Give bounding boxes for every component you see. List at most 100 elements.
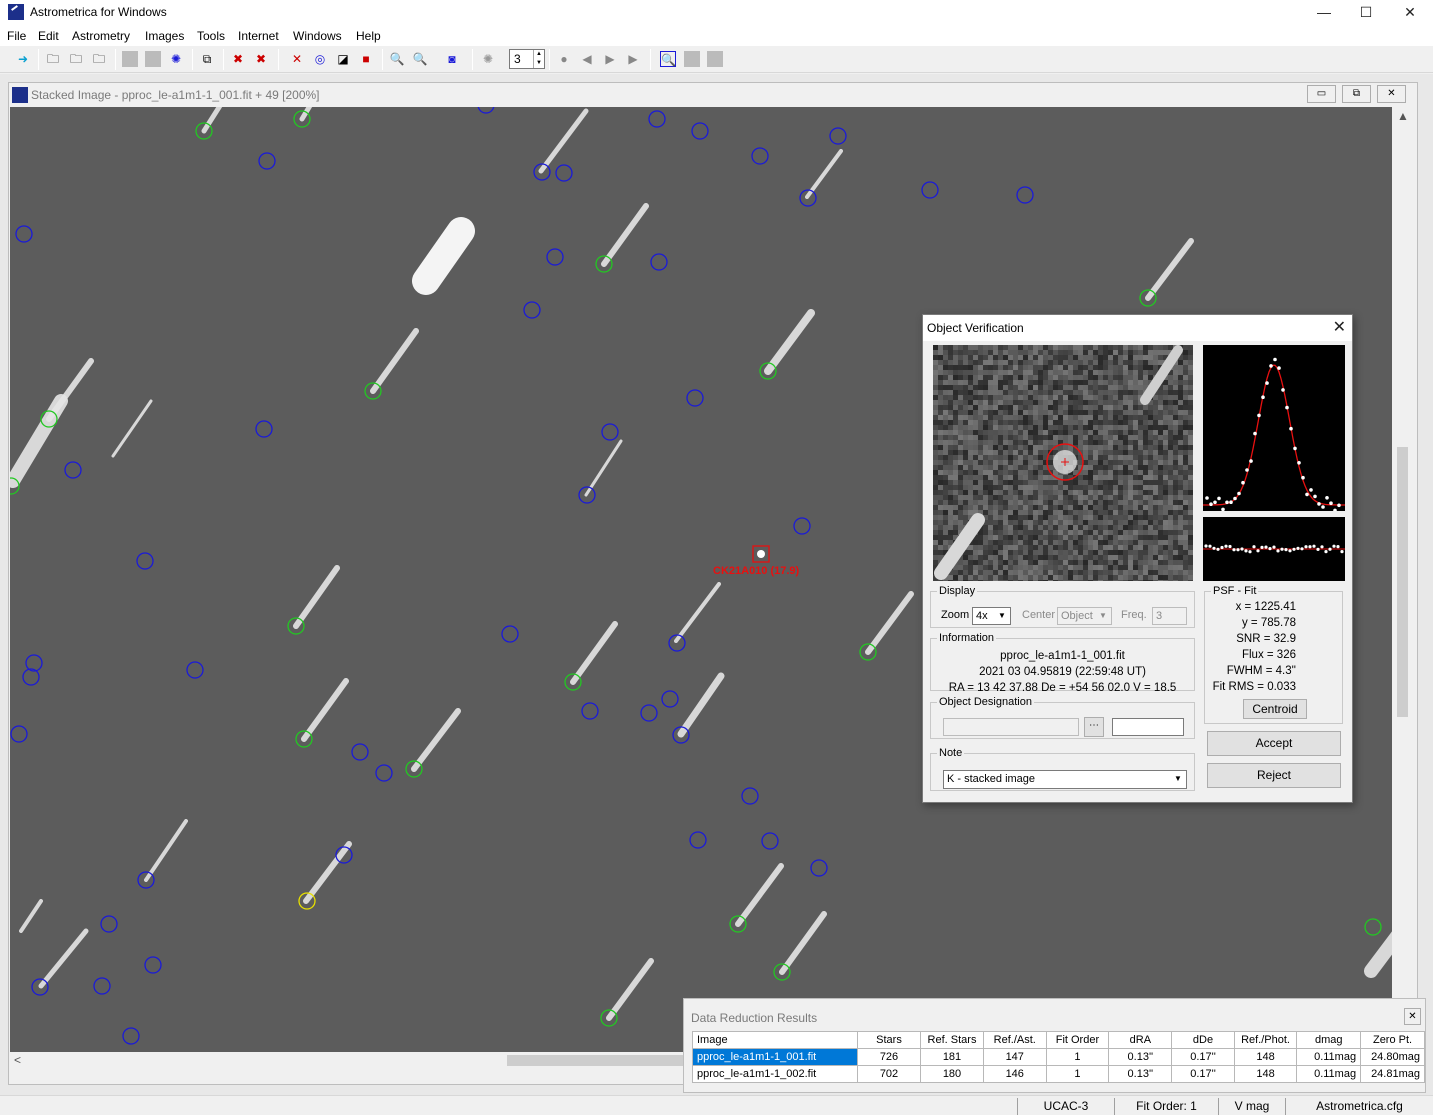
psf-point xyxy=(1277,366,1281,370)
residual-point xyxy=(1312,544,1316,548)
maximize-button[interactable]: ☐ xyxy=(1343,0,1389,26)
reference-star-marker xyxy=(648,110,666,128)
spin-up-icon[interactable]: ▲ xyxy=(533,50,544,59)
dialog-titlebar: Object Verification ✕ xyxy=(923,315,1352,341)
mpc-icon[interactable]: ◎ xyxy=(312,51,328,67)
col-image[interactable]: Image xyxy=(692,1031,858,1049)
frame-spinner[interactable]: 3 ▲ ▼ xyxy=(509,49,545,69)
image-settings-icon[interactable] xyxy=(145,51,161,67)
reference-star-marker xyxy=(22,668,40,686)
load-flat-icon[interactable]: 🗀 xyxy=(91,51,107,67)
blink-icon[interactable]: ⧉ xyxy=(199,51,215,67)
col-stars[interactable]: Stars xyxy=(856,1031,922,1049)
designation-input[interactable] xyxy=(943,718,1079,736)
menu-edit[interactable]: Edit xyxy=(38,29,59,43)
child-restore-button[interactable]: ⧉ xyxy=(1342,85,1371,103)
reference-star-marker xyxy=(477,107,495,114)
col-dmag[interactable]: dmag xyxy=(1296,1031,1362,1049)
scroll-left-icon[interactable]: < xyxy=(14,1053,21,1067)
psf-point xyxy=(1333,508,1337,513)
known-objects-icon[interactable]: ✕ xyxy=(289,51,305,67)
spin-down-icon[interactable]: ▼ xyxy=(533,59,544,68)
zoom-in-icon[interactable]: 🔍 xyxy=(389,51,405,67)
psf-point xyxy=(1321,505,1325,509)
close-button[interactable]: ✕ xyxy=(1387,0,1433,26)
blink-images-icon[interactable]: ✺ xyxy=(480,51,496,67)
reference-star-marker xyxy=(741,787,759,805)
menu-help[interactable]: Help xyxy=(356,29,381,43)
reference-star-marker xyxy=(186,661,204,679)
menu-file[interactable]: File xyxy=(7,29,26,43)
table-row[interactable]: pproc_le-a1m1-1_002.fit 702 180 146 1 0.… xyxy=(692,1065,1425,1083)
results-table: Image Stars Ref. Stars Ref./Ast. Fit Ord… xyxy=(692,1031,1425,1083)
star-trail xyxy=(19,899,43,933)
magnifier-icon[interactable]: 🔍 xyxy=(660,51,676,67)
reference-star-marker xyxy=(793,517,811,535)
browse-designation-button[interactable]: ⋯ xyxy=(1084,717,1104,737)
zoom-fit-icon[interactable]: ◙ xyxy=(444,51,460,67)
col-dde[interactable]: dDe xyxy=(1171,1031,1235,1049)
stack-icon[interactable]: ■ xyxy=(358,51,374,67)
menu-internet[interactable]: Internet xyxy=(238,29,279,43)
centroid-button[interactable]: Centroid xyxy=(1243,699,1307,719)
moving-object-icon[interactable]: ◪ xyxy=(335,51,351,67)
close-image-icon[interactable] xyxy=(122,51,138,67)
record-icon[interactable]: ● xyxy=(556,51,572,67)
col-ref-phot[interactable]: Ref./Phot. xyxy=(1233,1031,1298,1049)
vertical-scroll-thumb[interactable] xyxy=(1397,447,1408,717)
minimize-button[interactable]: — xyxy=(1301,0,1347,26)
col-fit-order[interactable]: Fit Order xyxy=(1045,1031,1110,1049)
zoom-select[interactable]: 4x ▼ xyxy=(972,607,1011,625)
reference-star-marker xyxy=(255,420,273,438)
data-reduction-icon[interactable]: ✺ xyxy=(168,51,184,67)
child-minimize-button[interactable]: ▭ xyxy=(1307,85,1336,103)
residual-point xyxy=(1268,547,1272,551)
col-ref-ast[interactable]: Ref./Ast. xyxy=(982,1031,1047,1049)
menu-windows[interactable]: Windows xyxy=(293,29,342,43)
residual-point xyxy=(1288,549,1292,553)
load-dark-icon[interactable]: 🗀 xyxy=(68,51,84,67)
status-magnitude: V mag xyxy=(1218,1098,1285,1115)
col-ref-stars[interactable]: Ref. Stars xyxy=(920,1031,984,1049)
zoom-out-icon[interactable]: 🔍 xyxy=(412,51,428,67)
object-stamp-image[interactable] xyxy=(933,345,1193,581)
reject-button[interactable]: Reject xyxy=(1207,763,1341,788)
menu-tools[interactable]: Tools xyxy=(197,29,225,43)
freq-spinner[interactable]: 3 xyxy=(1152,607,1187,625)
designation-extra-input[interactable] xyxy=(1112,718,1184,736)
option-b-icon[interactable] xyxy=(707,51,723,67)
horizontal-scroll-thumb[interactable] xyxy=(507,1055,687,1066)
track-icon[interactable]: ✖ xyxy=(230,51,246,67)
option-a-icon[interactable] xyxy=(684,51,700,67)
residual-point xyxy=(1316,547,1320,551)
scroll-up-icon[interactable]: ▲ xyxy=(1397,109,1409,123)
psf-fwhm: FWHM = 4.3'' xyxy=(1226,665,1296,677)
results-close-icon[interactable]: ✕ xyxy=(1404,1008,1421,1025)
accept-button[interactable]: Accept xyxy=(1207,731,1341,756)
star-trail xyxy=(601,203,649,267)
col-zero-pt[interactable]: Zero Pt. xyxy=(1360,1031,1425,1049)
arrow-right-icon[interactable]: ➜ xyxy=(15,51,31,67)
info-date: 2021 03 04.95819 (22:59:48 UT) xyxy=(979,666,1146,678)
vertical-scrollbar[interactable]: ▲ xyxy=(1394,107,1411,1052)
psf-point xyxy=(1325,496,1329,500)
step-forward-icon[interactable]: ▶ xyxy=(602,51,618,67)
display-legend: Display xyxy=(939,585,976,597)
load-images-icon[interactable]: 🗀 xyxy=(45,51,61,67)
track-clear-icon[interactable]: ✖ xyxy=(253,51,269,67)
star-trail xyxy=(805,149,843,199)
child-close-button[interactable]: ✕ xyxy=(1377,85,1406,103)
note-select[interactable]: K - stacked image ▼ xyxy=(943,770,1187,789)
bright-star-trail xyxy=(412,217,475,295)
table-row[interactable]: pproc_le-a1m1-1_001.fit 726 181 147 1 0.… xyxy=(692,1048,1425,1066)
menu-images[interactable]: Images xyxy=(145,29,184,43)
residual-point xyxy=(1272,545,1276,549)
menu-astrometry[interactable]: Astrometry xyxy=(72,29,130,43)
play-icon[interactable]: ▶ xyxy=(625,51,641,67)
col-dra[interactable]: dRA xyxy=(1108,1031,1173,1049)
step-back-icon[interactable]: ◀ xyxy=(579,51,595,67)
center-select[interactable]: Object ▼ xyxy=(1057,607,1112,625)
residual-point xyxy=(1340,550,1344,554)
matched-star-marker xyxy=(1364,918,1382,936)
dialog-close-icon[interactable]: ✕ xyxy=(1333,317,1346,337)
